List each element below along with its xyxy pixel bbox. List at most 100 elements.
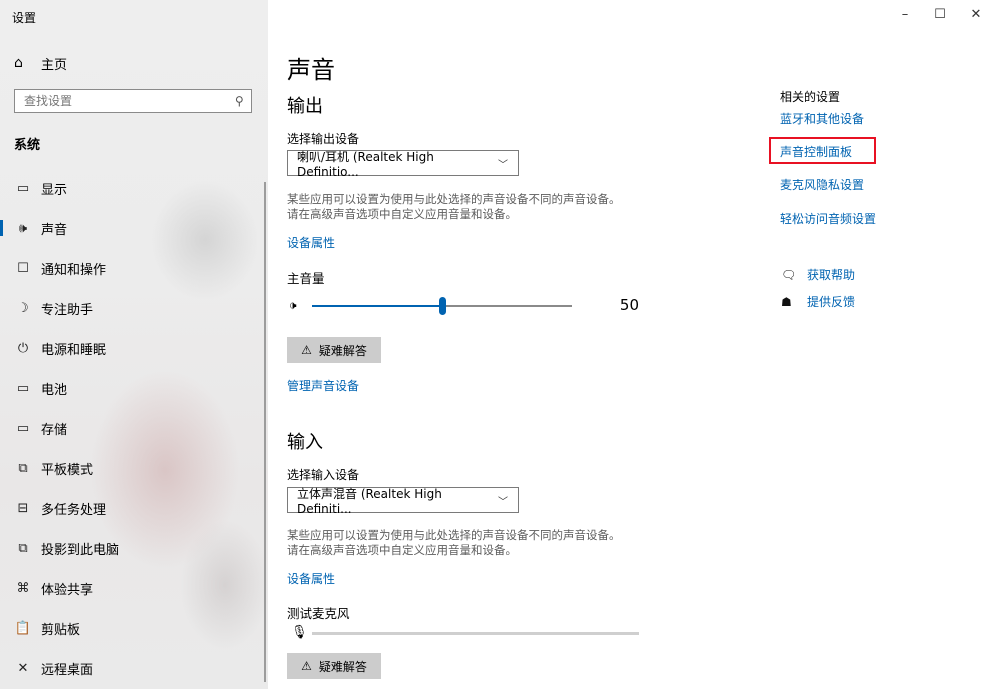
output-desc-line: 某些应用可以设置为使用与此处选择的声音设备不同的声音设备。 xyxy=(287,192,621,206)
chevron-down-icon: ﹀ xyxy=(498,159,508,171)
get-help-link[interactable]: 🗨 获取帮助 xyxy=(781,266,855,283)
feedback-label: 提供反馈 xyxy=(807,295,856,309)
moon-icon: ☽ xyxy=(17,300,29,316)
mic-level-bar xyxy=(312,632,639,635)
sidebar-item-label: 多任务处理 xyxy=(41,502,107,518)
sidebar-item-label: 声音 xyxy=(41,222,68,238)
sidebar-item[interactable]: ☐ 通知和操作 xyxy=(0,248,262,288)
mic-privacy-link[interactable]: 麦克风隐私设置 xyxy=(780,176,864,193)
input-heading: 输入 xyxy=(287,432,323,453)
sidebar-item-label: 显示 xyxy=(41,182,68,198)
input-device-label: 选择输入设备 xyxy=(287,468,360,482)
manage-devices-link[interactable]: 管理声音设备 xyxy=(287,377,359,394)
sidebar-item-label: 主页 xyxy=(41,57,68,73)
minimize-button[interactable]: – xyxy=(895,7,915,22)
share-icon: ⌘ xyxy=(16,580,30,596)
output-properties-link[interactable]: 设备属性 xyxy=(287,234,335,251)
sidebar-item-label: 存储 xyxy=(41,422,68,438)
sidebar-item[interactable]: ▭ 显示 xyxy=(0,168,262,208)
ease-of-access-audio-link[interactable]: 轻松访问音频设置 xyxy=(780,210,876,227)
sidebar-item[interactable]: ▭ 存储 xyxy=(0,408,262,448)
sidebar-item[interactable]: ⧉ 投影到此电脑 xyxy=(0,528,262,568)
remote-icon: ✕ xyxy=(17,660,29,676)
microphone-icon: 🎙 xyxy=(291,625,308,640)
home-icon: ⌂ xyxy=(14,55,23,71)
volume-slider-thumb[interactable] xyxy=(439,297,446,315)
project-icon: ⧉ xyxy=(18,540,28,556)
volume-value: 50 xyxy=(619,296,639,314)
highlight-box xyxy=(769,137,876,164)
active-indicator xyxy=(0,220,3,236)
search-input[interactable] xyxy=(24,94,214,108)
output-device-label: 选择输出设备 xyxy=(287,132,360,146)
chevron-down-icon: ﹀ xyxy=(498,496,508,508)
input-device-dropdown[interactable]: 立体声混音 (Realtek High Definiti... ﹀ xyxy=(287,486,519,516)
test-mic-label: 测试麦克风 xyxy=(287,606,350,621)
input-description: 某些应用可以设置为使用与此处选择的声音设备不同的声音设备。 请在高级声音选项中自… xyxy=(287,528,667,558)
sidebar-scrollbar[interactable] xyxy=(264,182,266,682)
sidebar-item-label: 体验共享 xyxy=(41,582,94,598)
input-device-value: 立体声混音 (Realtek High Definiti... xyxy=(297,486,442,516)
feedback-icon: ☗ xyxy=(781,294,792,309)
volume-slider-fill xyxy=(312,305,442,307)
display-icon: ▭ xyxy=(16,180,30,196)
related-settings-title: 相关的设置 xyxy=(780,90,841,104)
search-box[interactable]: ⚲ xyxy=(14,89,252,113)
sidebar-item-label: 通知和操作 xyxy=(41,262,107,278)
sidebar-item-label: 投影到此电脑 xyxy=(41,542,120,558)
sidebar-item[interactable]: ▭ 电池 xyxy=(0,368,262,408)
page-title: 声音 xyxy=(287,56,335,84)
bluetooth-link[interactable]: 蓝牙和其他设备 xyxy=(780,110,864,127)
output-troubleshoot-button[interactable]: ⚠ 疑难解答 xyxy=(287,337,381,363)
sidebar-item-label: 专注助手 xyxy=(41,302,94,318)
button-label: 疑难解答 xyxy=(318,659,367,674)
input-desc-line: 某些应用可以设置为使用与此处选择的声音设备不同的声音设备。 xyxy=(287,528,621,542)
multitask-icon: ⊟ xyxy=(17,500,29,516)
warning-icon: ⚠ xyxy=(301,343,312,357)
sidebar-item-label: 电池 xyxy=(41,382,68,398)
output-device-dropdown[interactable]: 喇叭/耳机 (Realtek High Definitio... ﹀ xyxy=(287,149,519,179)
battery-icon: ▭ xyxy=(16,380,30,396)
close-button[interactable]: ✕ xyxy=(966,7,986,22)
tablet-icon: ⧉ xyxy=(18,460,28,476)
sidebar-item[interactable]: 🕪 声音 xyxy=(0,208,262,248)
input-troubleshoot-button[interactable]: ⚠ 疑难解答 xyxy=(287,653,381,679)
sidebar-item-label: 远程桌面 xyxy=(41,662,94,678)
sidebar: 设置 ⌂ 主页 ⚲ 系统 ▭显示🕪声音☐通知和操作☽专注助手⏻电源和睡眠▭电池▭… xyxy=(0,0,268,689)
speaker-icon[interactable]: 🕩 xyxy=(289,298,297,313)
maximize-button[interactable]: ☐ xyxy=(930,7,950,22)
speaker-icon: 🕪 xyxy=(18,220,28,236)
get-help-label: 获取帮助 xyxy=(807,268,856,282)
input-desc-line: 请在高级声音选项中自定义应用音量和设备。 xyxy=(287,543,517,557)
input-properties-link[interactable]: 设备属性 xyxy=(287,570,335,587)
notification-icon: ☐ xyxy=(17,260,29,276)
sidebar-item-label: 电源和睡眠 xyxy=(41,342,107,358)
volume-row: 🕩 50 xyxy=(287,296,647,316)
storage-icon: ▭ xyxy=(16,420,30,436)
sidebar-item[interactable]: ✕ 远程桌面 xyxy=(0,648,262,688)
output-device-value: 喇叭/耳机 (Realtek High Definitio... xyxy=(297,149,434,179)
sidebar-item[interactable]: ⏻ 电源和睡眠 xyxy=(0,328,262,368)
mic-level-row: 🎙 xyxy=(287,625,647,645)
app-title: 设置 xyxy=(12,11,37,25)
warning-icon: ⚠ xyxy=(301,659,312,673)
clipboard-icon: 📋 xyxy=(14,620,32,636)
sidebar-item-label: 剪贴板 xyxy=(41,622,81,638)
help-icon: 🗨 xyxy=(781,267,797,282)
output-desc-line: 请在高级声音选项中自定义应用音量和设备。 xyxy=(287,207,517,221)
sidebar-item[interactable]: ⊟ 多任务处理 xyxy=(0,488,262,528)
search-icon: ⚲ xyxy=(235,94,244,108)
sidebar-item[interactable]: ⧉ 平板模式 xyxy=(0,448,262,488)
sidebar-item[interactable]: ☽ 专注助手 xyxy=(0,288,262,328)
section-heading: 系统 xyxy=(14,138,41,153)
power-icon: ⏻ xyxy=(17,340,29,356)
output-heading: 输出 xyxy=(287,96,323,117)
feedback-link[interactable]: ☗ 提供反馈 xyxy=(781,293,855,310)
sidebar-item-home[interactable]: ⌂ 主页 xyxy=(14,52,67,74)
sidebar-item[interactable]: 📋 剪贴板 xyxy=(0,608,262,648)
master-volume-label: 主音量 xyxy=(287,271,325,286)
sidebar-item-label: 平板模式 xyxy=(41,462,94,478)
button-label: 疑难解答 xyxy=(318,343,367,358)
output-description: 某些应用可以设置为使用与此处选择的声音设备不同的声音设备。 请在高级声音选项中自… xyxy=(287,192,667,222)
sidebar-item[interactable]: ⌘ 体验共享 xyxy=(0,568,262,608)
